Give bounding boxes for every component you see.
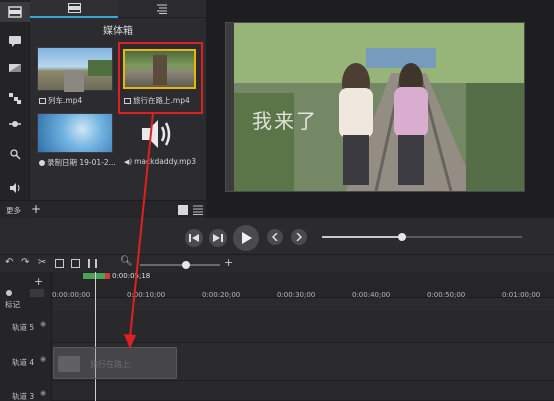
drag-arrow-annotation xyxy=(124,112,154,349)
